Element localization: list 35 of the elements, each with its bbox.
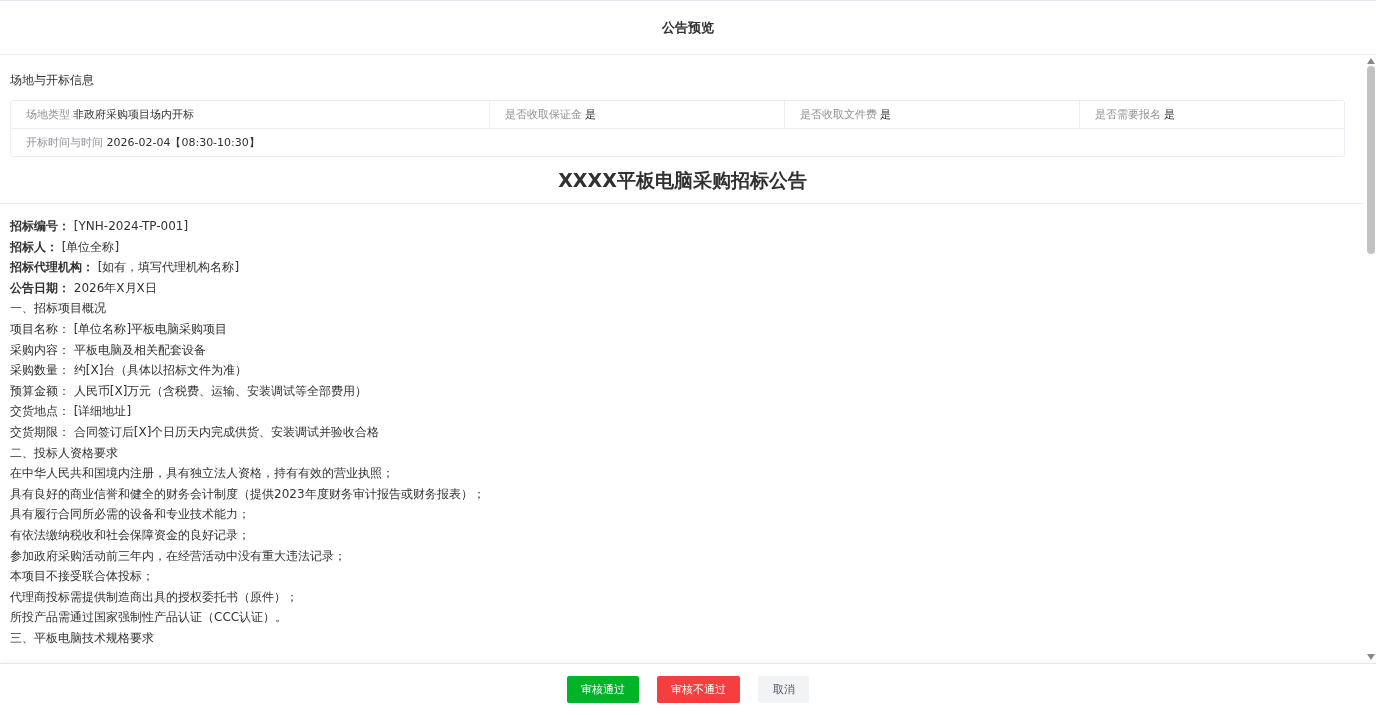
document-line: 公告日期： 2026年X月X日 — [10, 279, 158, 297]
document-line: 在中华人民共和国境内注册，具有独立法人资格，持有有效的营业执照； — [10, 465, 395, 483]
document-title: XXXX平板电脑采购招标公告 — [0, 157, 1365, 204]
info-cell-text: 开标时间与时间 2026-02-04【08:30-10:30】 — [25, 135, 261, 151]
scroll-down-icon[interactable] — [1366, 654, 1375, 660]
document-line: 项目名称： [单位名称]平板电脑采购项目 — [10, 320, 229, 338]
cancel-button[interactable]: 取消 — [758, 676, 809, 703]
document-line: 参加政府采购活动前三年内，在经营活动中没有重大违法记录； — [10, 547, 347, 565]
document-line: 三、平板电脑技术规格要求 — [10, 629, 155, 647]
document-line: 采购内容： 平板电脑及相关配套设备 — [10, 341, 207, 359]
document-line: 采购数量： 约[X]台（具体以招标文件为准） — [10, 362, 249, 380]
info-cell: 是否需要报名 是 — [1079, 101, 1191, 128]
document-line: 本项目不接受联合体投标； — [10, 568, 155, 586]
document-line: 二、投标人资格要求 — [10, 444, 119, 462]
section-heading: 场地与开标信息 — [10, 72, 95, 89]
reject-button[interactable]: 审核不通过 — [657, 676, 740, 703]
document-line: 所投产品需通过国家强制性产品认证（CCC认证）。 — [10, 609, 289, 627]
document-line: 招标代理机构： [如有，填写代理机构名称] — [10, 259, 241, 277]
document-line: 预算金额： 人民币[X]万元（含税费、运输、安装调试等全部费用） — [10, 382, 369, 400]
document-line: 具有履行合同所必需的设备和专业技术能力； — [10, 506, 251, 524]
dialog-title: 公告预览 — [662, 18, 714, 37]
info-cell: 是否收取文件费 是 — [784, 101, 1079, 128]
scrollbar-thumb[interactable] — [1366, 66, 1375, 254]
document-line: 交货地点： [详细地址] — [10, 403, 133, 421]
document-line: 代理商投标需提供制造商出具的授权委托书（原件）； — [10, 588, 299, 606]
document-line: 具有良好的商业信誉和健全的财务会计制度（提供2023年度财务审计报告或财务报表）； — [10, 485, 486, 503]
document-line: 有依法缴纳税收和社会保障资金的良好记录； — [10, 526, 251, 544]
document-line: 交货期限： 合同签订后[X]个日历天内完成供货、安装调试并验收合格 — [10, 423, 381, 441]
approve-button[interactable]: 审核通过 — [567, 676, 639, 703]
document-line: 招标编号： [YNH-2024-TP-001] — [10, 218, 190, 235]
scroll-up-icon[interactable] — [1366, 58, 1375, 64]
info-cell: 是否收取保证金 是 — [489, 101, 784, 128]
document-line: 一、招标项目概况 — [10, 300, 107, 318]
document-line: 招标人： [单位全称] — [10, 238, 121, 256]
info-cell-text: 场地类型 非政府采购项目场内开标 — [25, 107, 196, 123]
